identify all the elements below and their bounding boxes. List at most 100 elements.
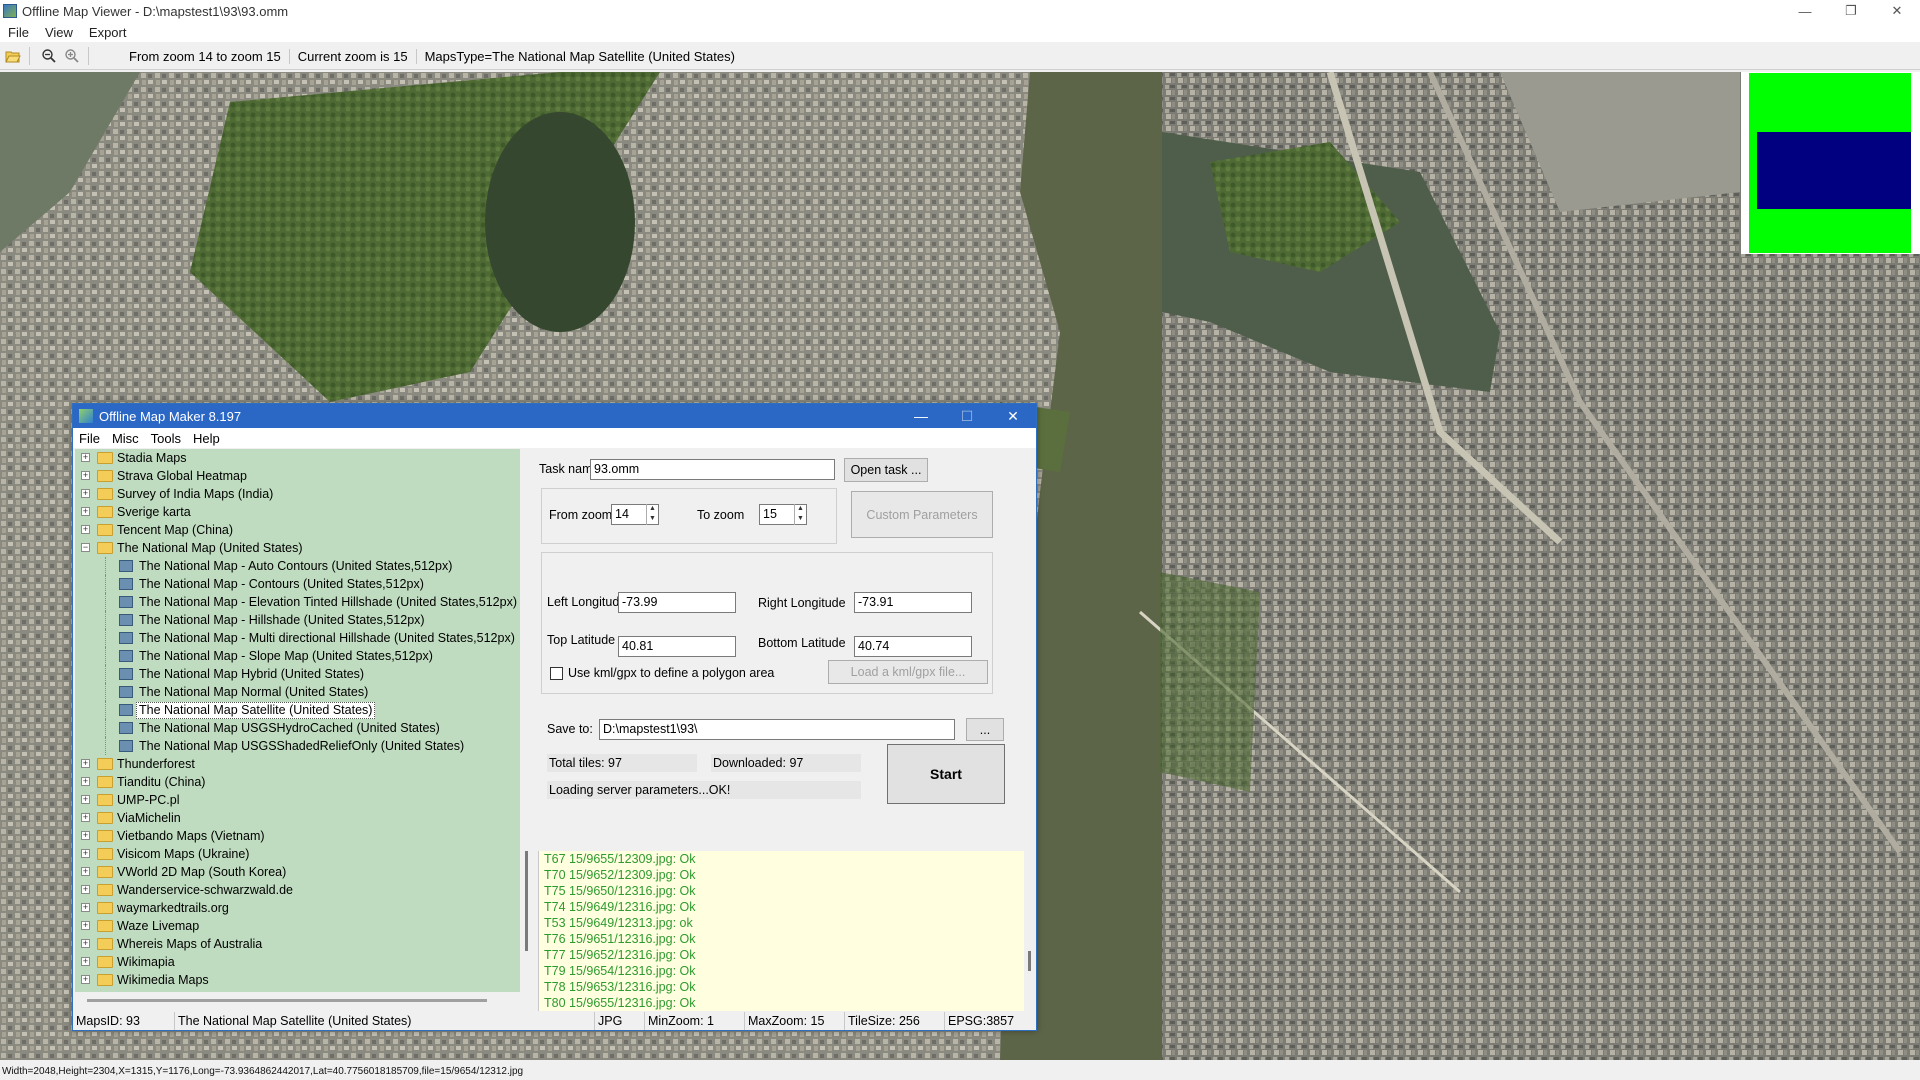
- expand-icon[interactable]: +: [81, 795, 90, 804]
- tree-folder[interactable]: + Whereis Maps of Australia: [75, 935, 520, 953]
- to-zoom-spinner[interactable]: ▲ ▼: [794, 504, 806, 525]
- menu-bar: File View Export: [0, 22, 1920, 42]
- tree-map-item[interactable]: The National Map Hybrid (United States): [75, 665, 520, 683]
- expand-icon[interactable]: +: [81, 867, 90, 876]
- left-longitude-input[interactable]: -73.99: [618, 592, 736, 613]
- tree-folder[interactable]: + Strava Global Heatmap: [75, 467, 520, 485]
- tree-folder[interactable]: + UMP-PC.pl: [75, 791, 520, 809]
- zoom-in-icon[interactable]: [62, 46, 82, 66]
- expand-icon[interactable]: +: [81, 885, 90, 894]
- menu-export[interactable]: Export: [81, 25, 135, 40]
- tree-folder[interactable]: + Tencent Map (China): [75, 521, 520, 539]
- open-folder-icon[interactable]: [3, 46, 23, 66]
- expand-icon[interactable]: +: [81, 777, 90, 786]
- dialog-menu-file[interactable]: File: [73, 431, 106, 446]
- expand-icon[interactable]: +: [81, 489, 90, 498]
- menu-file[interactable]: File: [0, 25, 37, 40]
- load-kml-button[interactable]: Load a kml/gpx file...: [828, 660, 988, 684]
- tree-map-item-label: The National Map USGSShadedReliefOnly (U…: [139, 739, 465, 753]
- restore-button[interactable]: ❐: [1828, 0, 1874, 22]
- dialog-minimize-button[interactable]: —: [898, 404, 944, 428]
- save-to-input[interactable]: D:\mapstest1\93\: [599, 719, 955, 740]
- from-zoom-spinner[interactable]: ▲ ▼: [646, 504, 658, 525]
- folder-icon: [97, 830, 113, 842]
- tree-map-item-label: The National Map - Slope Map (United Sta…: [139, 649, 433, 663]
- dialog-maximize-button[interactable]: ☐: [944, 404, 990, 428]
- expand-icon[interactable]: +: [81, 903, 90, 912]
- tree-map-item[interactable]: The National Map - Slope Map (United Sta…: [75, 647, 520, 665]
- tree-map-item-label: The National Map - Multi directional Hil…: [139, 631, 515, 645]
- tree-map-item[interactable]: The National Map - Hillshade (United Sta…: [75, 611, 520, 629]
- tree-guide-line: [105, 701, 106, 719]
- expand-icon[interactable]: +: [81, 921, 90, 930]
- dialog-menu-bar: File Misc Tools Help: [73, 428, 1036, 448]
- tree-folder[interactable]: + Stadia Maps: [75, 449, 520, 467]
- use-kml-checkbox[interactable]: [550, 667, 563, 680]
- close-button[interactable]: ✕: [1874, 0, 1920, 22]
- overview-minimap[interactable]: [1741, 72, 1920, 254]
- map-layer-icon: [119, 668, 133, 680]
- tree-map-item[interactable]: The National Map - Multi directional Hil…: [75, 629, 520, 647]
- dialog-menu-misc[interactable]: Misc: [106, 431, 145, 446]
- tree-horizontal-scrollbar[interactable]: [75, 994, 520, 1008]
- right-longitude-input[interactable]: -73.91: [854, 592, 972, 613]
- tree-map-item[interactable]: The National Map USGSHydroCached (United…: [75, 719, 520, 737]
- tree-map-item[interactable]: The National Map - Auto Contours (United…: [75, 557, 520, 575]
- expand-icon[interactable]: +: [81, 507, 90, 516]
- expand-icon[interactable]: +: [81, 453, 90, 462]
- tree-folder[interactable]: + ViaMichelin: [75, 809, 520, 827]
- toolbar: From zoom 14 to zoom 15 Current zoom is …: [0, 43, 1920, 70]
- tree-folder[interactable]: + Wikimedia Maps: [75, 971, 520, 989]
- expand-icon[interactable]: +: [81, 849, 90, 858]
- open-task-button[interactable]: Open task ...: [844, 458, 928, 482]
- tree-folder[interactable]: + Sverige karta: [75, 503, 520, 521]
- tree-folder[interactable]: + Waze Livemap: [75, 917, 520, 935]
- map-source-tree[interactable]: + Stadia Maps + Strava Global Heatmap + Surve…: [75, 449, 520, 992]
- download-log: T67 15/9655/12309.jpg: Ok T70 15/9652/123…: [538, 851, 1036, 1011]
- tree-map-item[interactable]: The National Map - Contours (United Stat…: [75, 575, 520, 593]
- tree-vscroll-thumb[interactable]: [525, 851, 528, 951]
- expand-icon[interactable]: +: [81, 975, 90, 984]
- tree-map-item[interactable]: The National Map - Elevation Tinted Hill…: [75, 593, 520, 611]
- expand-icon[interactable]: +: [81, 525, 90, 534]
- expand-icon[interactable]: +: [81, 813, 90, 822]
- tree-hscroll-thumb[interactable]: [87, 999, 487, 1002]
- bottom-latitude-input[interactable]: 40.74: [854, 636, 972, 657]
- dialog-menu-help[interactable]: Help: [187, 431, 226, 446]
- map-layer-icon: [119, 740, 133, 752]
- zoom-out-icon[interactable]: [39, 46, 59, 66]
- log-vscroll-thumb[interactable]: [1028, 951, 1031, 971]
- expand-icon[interactable]: +: [81, 957, 90, 966]
- expand-icon[interactable]: +: [81, 831, 90, 840]
- tree-folder[interactable]: + waymarkedtrails.org: [75, 899, 520, 917]
- tree-folder[interactable]: + Thunderforest: [75, 755, 520, 773]
- minimize-button[interactable]: —: [1782, 0, 1828, 22]
- expand-icon[interactable]: +: [81, 471, 90, 480]
- tree-folder[interactable]: + Visicom Maps (Ukraine): [75, 845, 520, 863]
- dialog-close-button[interactable]: ✕: [990, 404, 1036, 428]
- collapse-icon[interactable]: −: [81, 543, 90, 552]
- tree-map-item-selected[interactable]: The National Map Satellite (United State…: [75, 701, 520, 719]
- menu-view[interactable]: View: [37, 25, 81, 40]
- tree-folder[interactable]: + Wanderservice-schwarzwald.de: [75, 881, 520, 899]
- expand-icon[interactable]: +: [81, 759, 90, 768]
- expand-icon[interactable]: +: [81, 939, 90, 948]
- dialog-title: Offline Map Maker 8.197: [99, 408, 242, 424]
- tree-folder[interactable]: + Vietbando Maps (Vietnam): [75, 827, 520, 845]
- tree-folder[interactable]: + Survey of India Maps (India): [75, 485, 520, 503]
- dialog-menu-tools[interactable]: Tools: [145, 431, 187, 446]
- tree-folder[interactable]: + VWorld 2D Map (South Korea): [75, 863, 520, 881]
- tree-map-item[interactable]: The National Map USGSShadedReliefOnly (U…: [75, 737, 520, 755]
- tree-map-item[interactable]: The National Map Normal (United States): [75, 683, 520, 701]
- task-name-input[interactable]: 93.omm: [590, 459, 835, 480]
- tree-folder[interactable]: + Tianditu (China): [75, 773, 520, 791]
- browse-button[interactable]: ...: [966, 718, 1004, 741]
- custom-parameters-button[interactable]: Custom Parameters: [851, 491, 993, 538]
- tree-folder-expanded[interactable]: − The National Map (United States): [75, 539, 520, 557]
- tree-folder[interactable]: + Wikimapia: [75, 953, 520, 971]
- log-vertical-scrollbar[interactable]: [1024, 851, 1036, 1011]
- start-button[interactable]: Start: [887, 744, 1005, 804]
- use-kml-label: Use kml/gpx to define a polygon area: [568, 666, 775, 680]
- log-line: T70 15/9652/12309.jpg: Ok: [544, 868, 696, 882]
- top-latitude-input[interactable]: 40.81: [618, 636, 736, 657]
